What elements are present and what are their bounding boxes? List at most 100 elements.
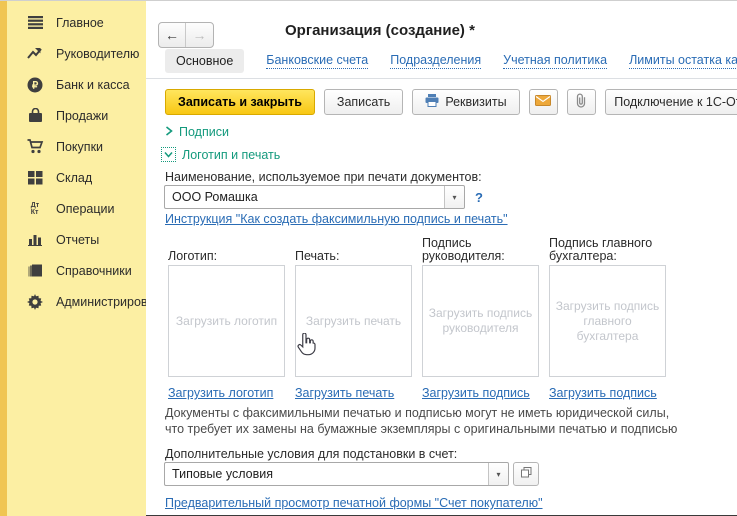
tab-subdivisions[interactable]: Подразделения (390, 53, 481, 69)
bag-icon (26, 107, 44, 125)
stamp-upload-area[interactable]: Загрузить печать (295, 265, 412, 377)
conditions-row: Типовые условия ▾ (164, 462, 539, 486)
svg-text:₽: ₽ (32, 80, 39, 91)
sidebar-item-warehouse[interactable]: Склад (0, 162, 146, 193)
upload-placeholder: Загрузить подпись главного бухгалтера (554, 299, 661, 344)
gear-icon (26, 293, 44, 311)
dropdown-arrow-icon[interactable]: ▾ (488, 463, 508, 485)
tab-bank-accounts[interactable]: Банковские счета (266, 53, 368, 69)
disclaimer-line: что требует их замены на бумажные экземп… (165, 421, 677, 437)
logo-upload-area[interactable]: Загрузить логотип (168, 265, 285, 377)
upload-column-accountant-signature: Подпись главного бухгалтера: Загрузить п… (549, 234, 666, 400)
sidebar-item-label: Справочники (56, 264, 132, 278)
envelope-icon (535, 95, 551, 109)
print-name-value[interactable]: ООО Ромашка (165, 186, 444, 208)
printer-icon (425, 94, 439, 110)
save-button[interactable]: Записать (324, 89, 403, 115)
chevron-right-icon (165, 125, 173, 139)
print-name-label: Наименование, используемое при печати до… (165, 170, 482, 184)
open-icon (521, 467, 532, 481)
main-content: ← → Организация (создание) * Основное Ба… (146, 1, 737, 516)
trend-icon (26, 45, 44, 63)
print-name-row: ООО Ромашка ▾ ? (164, 185, 483, 209)
conditions-value[interactable]: Типовые условия (165, 463, 488, 485)
load-accountant-signature-link[interactable]: Загрузить подпись (549, 386, 657, 400)
history-nav: ← → (158, 22, 214, 48)
section-signatures[interactable]: Подписи (165, 125, 229, 139)
load-stamp-link[interactable]: Загрузить печать (295, 386, 394, 400)
sidebar-item-label: Руководителю (56, 47, 139, 61)
sidebar-item-label: Склад (56, 171, 92, 185)
upload-column-director-signature: Подпись руководителя: Загрузить подпись … (422, 234, 539, 400)
upload-column-stamp: Печать: Загрузить печать Загрузить печат… (295, 234, 412, 400)
menu-icon (26, 14, 44, 32)
sidebar-item-label: Операции (56, 202, 114, 216)
tabs-separator (146, 78, 737, 79)
dt-kt-icon: ДтКт (26, 200, 44, 218)
load-director-signature-link[interactable]: Загрузить подпись (422, 386, 530, 400)
disclaimer-line: Документы с факсимильными печатью и подп… (165, 405, 677, 421)
connect-1c-reporting-button[interactable]: Подключение к 1С-Отче (605, 89, 737, 115)
sidebar-item-reports[interactable]: Отчеты (0, 224, 146, 255)
tab-cash-limits[interactable]: Лимиты остатка кассы (629, 53, 737, 69)
help-icon[interactable]: ? (475, 190, 483, 205)
tab-accounting-policy[interactable]: Учетная политика (503, 53, 607, 69)
section-logo-print[interactable]: Логотип и печать (161, 147, 280, 162)
sidebar-item-directories[interactable]: Справочники (0, 255, 146, 286)
upload-placeholder: Загрузить подпись руководителя (427, 306, 534, 336)
page-title: Организация (создание) * (285, 22, 475, 39)
instruction-link[interactable]: Инструкция "Как создать факсимильную под… (165, 212, 508, 226)
upload-label: Печать: (295, 234, 412, 265)
sidebar-item-label: Главное (56, 16, 104, 30)
sidebar-item-sales[interactable]: Продажи (0, 100, 146, 131)
sidebar-nav: Главное Руководителю ₽ Банк и касса Прод… (0, 7, 146, 317)
upload-label: Подпись руководителя: (422, 234, 539, 265)
toolbar: Записать и закрыть Записать Реквизиты По… (165, 89, 737, 115)
upload-label: Подпись главного бухгалтера: (549, 234, 666, 265)
sidebar-item-main[interactable]: Главное (0, 7, 146, 38)
upload-placeholder: Загрузить логотип (176, 314, 277, 329)
sidebar-item-label: Покупки (56, 140, 103, 154)
requisites-label: Реквизиты (445, 95, 506, 109)
app-window: Главное Руководителю ₽ Банк и касса Прод… (0, 0, 737, 516)
bar-chart-icon (26, 231, 44, 249)
warehouse-icon (26, 169, 44, 187)
load-logo-link[interactable]: Загрузить логотип (168, 386, 273, 400)
preview-invoice-link[interactable]: Предварительный просмотр печатной формы … (165, 496, 543, 510)
email-button[interactable] (529, 89, 558, 115)
save-and-close-button[interactable]: Записать и закрыть (165, 89, 315, 115)
sidebar-item-bank[interactable]: ₽ Банк и касса (0, 69, 146, 100)
sidebar-item-label: Продажи (56, 109, 108, 123)
attachment-button[interactable] (567, 89, 596, 115)
sidebar-item-administration[interactable]: Администрирование (0, 286, 146, 317)
sidebar-item-purchases[interactable]: Покупки (0, 131, 146, 162)
forward-button[interactable]: → (186, 23, 213, 47)
sidebar-item-operations[interactable]: ДтКт Операции (0, 193, 146, 224)
upload-label: Логотип: (168, 234, 285, 265)
section-logo-print-label: Логотип и печать (182, 148, 280, 162)
tab-main[interactable]: Основное (165, 49, 244, 73)
cart-icon (26, 138, 44, 156)
requisites-button[interactable]: Реквизиты (412, 89, 519, 115)
books-icon (26, 262, 44, 280)
ruble-icon: ₽ (26, 76, 44, 94)
sidebar: Главное Руководителю ₽ Банк и касса Прод… (0, 1, 146, 516)
director-signature-upload-area[interactable]: Загрузить подпись руководителя (422, 265, 539, 377)
paperclip-icon (574, 93, 588, 111)
dropdown-arrow-icon[interactable]: ▾ (444, 186, 464, 208)
conditions-label: Дополнительные условия для подстановки в… (165, 447, 457, 461)
back-button[interactable]: ← (159, 23, 186, 47)
sidebar-item-label: Отчеты (56, 233, 99, 247)
accountant-signature-upload-area[interactable]: Загрузить подпись главного бухгалтера (549, 265, 666, 377)
upload-grid: Логотип: Загрузить логотип Загрузить лог… (168, 234, 666, 400)
tab-bar: Основное Банковские счета Подразделения … (165, 49, 737, 73)
open-item-button[interactable] (513, 462, 539, 486)
sidebar-item-label: Банк и касса (56, 78, 130, 92)
upload-column-logo: Логотип: Загрузить логотип Загрузить лог… (168, 234, 285, 400)
upload-placeholder: Загрузить печать (306, 314, 401, 329)
print-name-field[interactable]: ООО Ромашка ▾ (164, 185, 465, 209)
sidebar-item-manager[interactable]: Руководителю (0, 38, 146, 69)
facsimile-disclaimer: Документы с факсимильными печатью и подп… (165, 405, 677, 437)
chevron-down-icon (161, 147, 176, 162)
conditions-field[interactable]: Типовые условия ▾ (164, 462, 509, 486)
